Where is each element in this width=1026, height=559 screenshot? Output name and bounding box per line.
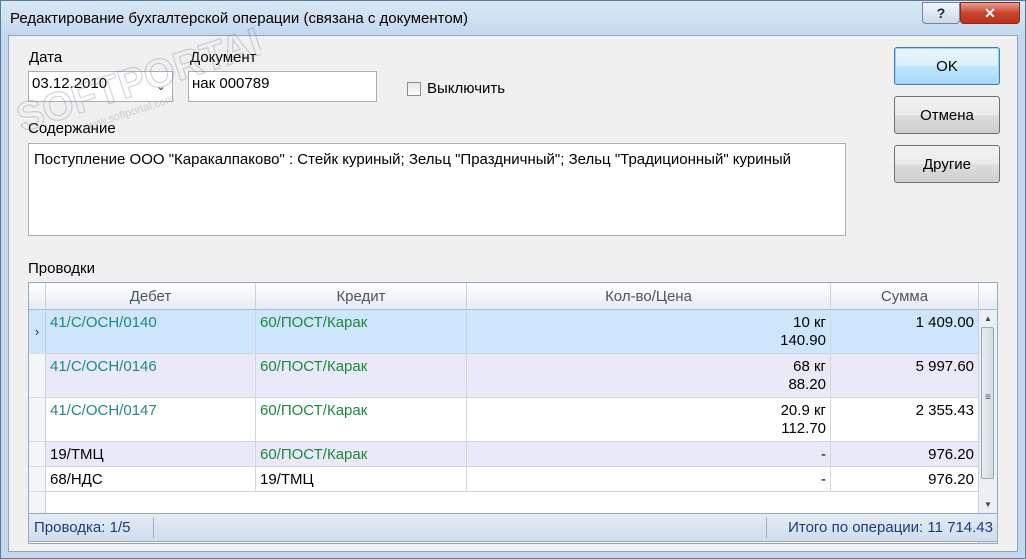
- entries-label: Проводки: [28, 260, 95, 277]
- document-field[interactable]: нак 000789: [188, 71, 377, 102]
- date-value: 03.12.2010: [32, 75, 108, 92]
- entry-counter: Проводка: 1/5: [34, 519, 131, 536]
- help-icon: ?: [936, 5, 946, 21]
- table-cell-debit[interactable]: 41/С/ОСН/0146: [46, 354, 256, 398]
- chevron-right-icon: ›: [34, 324, 40, 339]
- help-button[interactable]: ?: [922, 2, 960, 24]
- status-divider: [153, 517, 767, 538]
- grid-vertical-scrollbar[interactable]: ▲ ≡ ▼: [978, 310, 997, 543]
- date-label: Дата: [29, 49, 63, 66]
- table-cell-sum[interactable]: 976.20: [831, 442, 979, 467]
- table-cell-qty-price[interactable]: 10 кг 140.90: [467, 310, 831, 354]
- column-header-sum[interactable]: Сумма: [831, 283, 979, 310]
- qty-value: 20.9 кг: [780, 402, 826, 419]
- table-cell-qty-price[interactable]: -: [467, 467, 831, 492]
- price-value: 112.70: [781, 420, 826, 437]
- table-cell-sum[interactable]: 5 997.60: [831, 354, 979, 398]
- table-cell-debit[interactable]: 68/НДС: [46, 467, 256, 492]
- table-cell-sum[interactable]: 1 409.00: [831, 310, 979, 354]
- grid-header-filler: [979, 283, 997, 310]
- row-selector[interactable]: [29, 354, 46, 398]
- grip-icon: ≡: [985, 392, 991, 403]
- ok-button[interactable]: OK: [894, 47, 1000, 85]
- cancel-button[interactable]: Отмена: [894, 96, 1000, 134]
- table-cell-credit[interactable]: 60/ПОСТ/Карак: [256, 442, 467, 467]
- document-label: Документ: [190, 49, 257, 66]
- entries-grid[interactable]: Дебет Кредит Кол-во/Цена Сумма › 41/С/ОС…: [28, 282, 998, 544]
- dialog-window: Редактирование бухгалтерской операции (с…: [0, 0, 1026, 559]
- table-cell-credit[interactable]: 60/ПОСТ/Карак: [256, 310, 467, 354]
- other-button[interactable]: Другие: [894, 145, 1000, 183]
- table-cell-credit[interactable]: 60/ПОСТ/Карак: [256, 398, 467, 442]
- scroll-down-icon[interactable]: ▼: [979, 496, 997, 513]
- table-cell-qty-price[interactable]: -: [467, 442, 831, 467]
- qty-value: 68 кг: [793, 358, 826, 375]
- row-selector[interactable]: [29, 398, 46, 442]
- title-bar[interactable]: Редактирование бухгалтерской операции (с…: [1, 1, 1025, 35]
- operation-total: Итого по операции: 11 714.43: [788, 519, 993, 536]
- table-cell-debit[interactable]: 41/С/ОСН/0147: [46, 398, 256, 442]
- row-selector[interactable]: [29, 442, 46, 467]
- column-header-credit[interactable]: Кредит: [256, 283, 467, 310]
- table-cell-sum[interactable]: 976.20: [831, 467, 979, 492]
- qty-value: 10 кг: [793, 314, 826, 331]
- scroll-up-icon[interactable]: ▲: [979, 310, 997, 327]
- column-header-debit[interactable]: Дебет: [46, 283, 256, 310]
- grid-status-bar: Проводка: 1/5 Итого по операции: 11 714.…: [28, 513, 998, 542]
- window-title: Редактирование бухгалтерской операции (с…: [10, 10, 468, 27]
- row-selector[interactable]: [29, 467, 46, 492]
- close-button[interactable]: ✕: [960, 2, 1020, 24]
- row-selector-current[interactable]: ›: [29, 310, 46, 354]
- close-icon: ✕: [984, 4, 996, 21]
- table-cell-credit[interactable]: 19/ТМЦ: [256, 467, 467, 492]
- content-textarea[interactable]: Поступление ООО "Каракалпаково" : Стейк …: [28, 143, 846, 236]
- table-cell-credit[interactable]: 60/ПОСТ/Карак: [256, 354, 467, 398]
- table-cell-sum[interactable]: 2 355.43: [831, 398, 979, 442]
- chevron-down-icon[interactable]: ⌄: [150, 74, 172, 99]
- table-cell-qty-price[interactable]: 20.9 кг 112.70: [467, 398, 831, 442]
- price-value: 88.20: [788, 376, 826, 393]
- column-header-qty-price[interactable]: Кол-во/Цена: [467, 283, 831, 310]
- table-cell-debit[interactable]: 19/ТМЦ: [46, 442, 256, 467]
- disable-checkbox[interactable]: [407, 82, 421, 96]
- date-picker[interactable]: 03.12.2010 ⌄: [28, 71, 173, 102]
- content-value: Поступление ООО "Каракалпаково" : Стейк …: [34, 151, 792, 168]
- table-cell-qty-price[interactable]: 68 кг 88.20: [467, 354, 831, 398]
- scrollbar-thumb[interactable]: ≡: [981, 327, 994, 479]
- grid-header-corner: [29, 283, 46, 310]
- table-cell-debit[interactable]: 41/С/ОСН/0140: [46, 310, 256, 354]
- disable-label[interactable]: Выключить: [427, 80, 505, 97]
- content-label: Содержание: [28, 120, 116, 137]
- document-value: нак 000789: [192, 75, 270, 92]
- price-value: 140.90: [780, 332, 826, 349]
